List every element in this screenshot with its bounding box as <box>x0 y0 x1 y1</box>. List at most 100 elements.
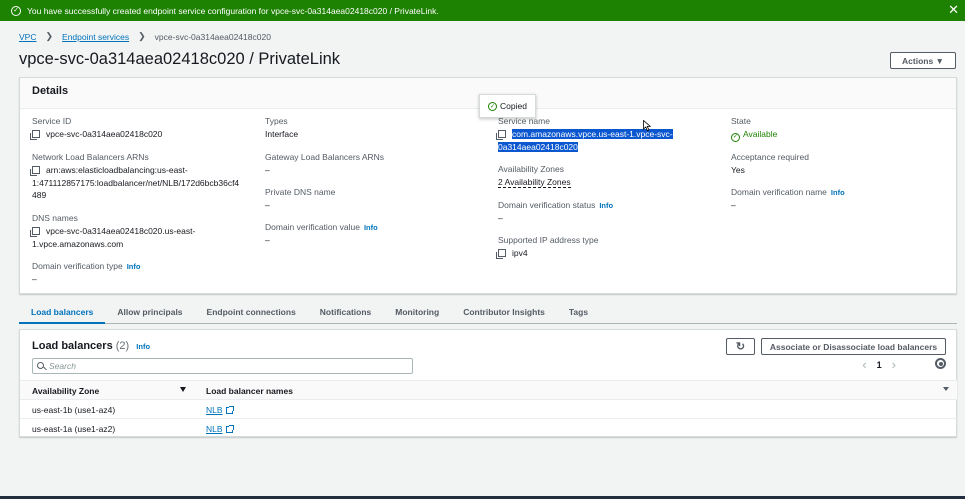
table-row: us-east-1a (use1-az2) NLB <box>20 419 957 438</box>
private-dns-field: Private DNS name – <box>265 187 335 212</box>
state-value: Available <box>743 129 778 139</box>
load-balancers-heading: Load balancers <box>32 340 113 352</box>
copy-icon[interactable] <box>30 227 40 237</box>
service-id-value: vpce-svc-0a314aea02418c020 <box>46 129 163 139</box>
pagination: ‹ 1 › <box>862 357 896 372</box>
search-icon <box>37 362 44 369</box>
types-value: Interface <box>265 129 299 139</box>
copy-icon[interactable] <box>496 249 506 259</box>
breadcrumb: VPC ❯ Endpoint services ❯ vpce-svc-0a314… <box>19 31 271 42</box>
associate-load-balancers-button[interactable]: Associate or Disassociate load balancers <box>761 338 946 355</box>
mouse-cursor-icon <box>643 120 651 132</box>
flash-message: You have successfully created endpoint s… <box>27 5 439 16</box>
types-label: Types <box>265 116 288 126</box>
service-id-field: Service ID vpce-svc-0a314aea02418c020 <box>30 116 163 141</box>
gwlb-arns-field: Gateway Load Balancers ARNs – <box>265 152 384 177</box>
copy-icon[interactable] <box>30 166 40 176</box>
tab-monitoring[interactable]: Monitoring <box>383 300 451 324</box>
table-row: us-east-1b (use1-az4) NLB <box>20 400 957 419</box>
column-availability-zone[interactable]: Availability Zone <box>32 386 99 396</box>
search-placeholder: Search <box>49 361 76 371</box>
tab-allow-principals[interactable]: Allow principals <box>105 300 194 324</box>
domain-verification-value-field: Domain verification value Info – <box>265 222 378 247</box>
state-field: State ✓ Available <box>731 116 777 142</box>
nlb-arn-line2: 1:471112857175:loadbalancer/net/NLB/172d… <box>32 177 240 188</box>
check-circle-icon: ✓ <box>488 101 497 111</box>
external-link-icon <box>225 406 234 414</box>
service-name-line2[interactable]: 0a314aea02418c020 <box>498 141 578 152</box>
copy-icon[interactable] <box>496 130 506 140</box>
dns-name-line2: 1.vpce.amazonaws.com <box>32 238 124 249</box>
refresh-button[interactable]: ↻ <box>726 338 755 355</box>
info-link[interactable]: Info <box>136 342 150 351</box>
availability-zones-label: Availability Zones <box>498 164 564 174</box>
tab-endpoint-connections[interactable]: Endpoint connections <box>195 300 308 324</box>
domain-verification-name-label: Domain verification name <box>731 187 827 197</box>
service-name-field: Service name com.amazonaws.vpce.us-east-… <box>496 116 698 153</box>
gwlb-arns-value: – <box>265 165 270 175</box>
domain-verification-name-field: Domain verification name Info – <box>731 187 845 212</box>
nlb-arns-field: Network Load Balancers ARNs arn:aws:elas… <box>30 152 252 202</box>
load-balancers-title: Load balancers (2) Info <box>32 340 150 352</box>
domain-verification-status-field: Domain verification status Info – <box>498 200 613 225</box>
availability-zones-field: Availability Zones 2 Availability Zones <box>498 164 571 189</box>
actions-button[interactable]: Actions ▼ <box>890 52 956 69</box>
nlb-link[interactable]: NLB <box>206 405 223 415</box>
table-header: Availability Zone Load balancer names <box>20 380 957 400</box>
close-icon[interactable]: ✕ <box>948 2 959 18</box>
row-availability-zone: us-east-1b (use1-az4) <box>32 405 116 415</box>
domain-verification-name-value: – <box>731 200 736 210</box>
acceptance-value: Yes <box>731 165 745 175</box>
domain-verification-type-label: Domain verification type <box>32 261 123 271</box>
nlb-arns-label: Network Load Balancers ARNs <box>32 152 149 162</box>
sort-down-icon[interactable] <box>180 387 186 392</box>
check-circle-icon: ✓ <box>731 132 740 142</box>
external-link-icon <box>225 425 234 433</box>
copy-icon[interactable] <box>30 130 40 140</box>
domain-verification-type-field: Domain verification type Info – <box>32 261 140 286</box>
gear-icon[interactable] <box>935 358 946 369</box>
info-link[interactable]: Info <box>127 262 141 271</box>
dns-names-label: DNS names <box>32 213 78 223</box>
domain-verification-value-label: Domain verification value <box>265 222 360 232</box>
success-flash-banner: ✓ You have successfully created endpoint… <box>0 0 965 21</box>
dns-names-field: DNS names vpce-svc-0a314aea02418c020.us-… <box>30 213 196 250</box>
tab-tags[interactable]: Tags <box>557 300 600 324</box>
nlb-arn-line3: 489 <box>32 190 47 200</box>
info-link[interactable]: Info <box>364 223 378 232</box>
domain-verification-type-value: – <box>32 274 37 284</box>
nlb-link[interactable]: NLB <box>206 424 223 434</box>
domain-verification-status-label: Domain verification status <box>498 200 596 210</box>
column-load-balancer-names[interactable]: Load balancer names <box>206 386 293 396</box>
breadcrumb-vpc[interactable]: VPC <box>19 32 36 42</box>
dns-name-line1: vpce-svc-0a314aea02418c020.us-east- <box>46 226 196 236</box>
domain-verification-value: – <box>265 235 270 245</box>
info-link[interactable]: Info <box>831 188 845 197</box>
breadcrumb-current: vpce-svc-0a314aea02418c020 <box>154 31 271 42</box>
tab-notifications[interactable]: Notifications <box>308 300 383 324</box>
refresh-icon: ↻ <box>735 341 746 353</box>
page-number[interactable]: 1 <box>877 360 882 370</box>
tab-bar: Load balancers Allow principals Endpoint… <box>19 300 957 324</box>
page-title: vpce-svc-0a314aea02418c020 / PrivateLink <box>19 50 341 68</box>
info-link[interactable]: Info <box>599 201 613 210</box>
search-input[interactable]: Search <box>32 358 413 374</box>
tab-contributor-insights[interactable]: Contributor Insights <box>451 300 557 324</box>
nlb-arn-line1: arn:aws:elasticloadbalancing:us-east- <box>46 165 188 175</box>
supported-ip-value: ipv4 <box>512 248 528 258</box>
next-page-icon[interactable]: › <box>892 357 896 372</box>
state-label: State <box>731 116 751 126</box>
tab-load-balancers[interactable]: Load balancers <box>19 300 106 324</box>
types-field: Types Interface <box>265 116 298 141</box>
chevron-right-icon: ❯ <box>45 31 54 41</box>
availability-zones-value[interactable]: 2 Availability Zones <box>498 177 571 188</box>
success-check-icon: ✓ <box>11 5 21 16</box>
copied-popover: ✓ Copied <box>479 94 536 118</box>
gwlb-arns-label: Gateway Load Balancers ARNs <box>265 152 385 162</box>
acceptance-label: Acceptance required <box>731 152 809 162</box>
copied-text: Copied <box>500 101 527 111</box>
prev-page-icon[interactable]: ‹ <box>862 357 866 372</box>
breadcrumb-endpoint-services[interactable]: Endpoint services <box>62 32 129 42</box>
chevron-down-icon[interactable] <box>943 387 949 391</box>
acceptance-field: Acceptance required Yes <box>731 152 809 177</box>
